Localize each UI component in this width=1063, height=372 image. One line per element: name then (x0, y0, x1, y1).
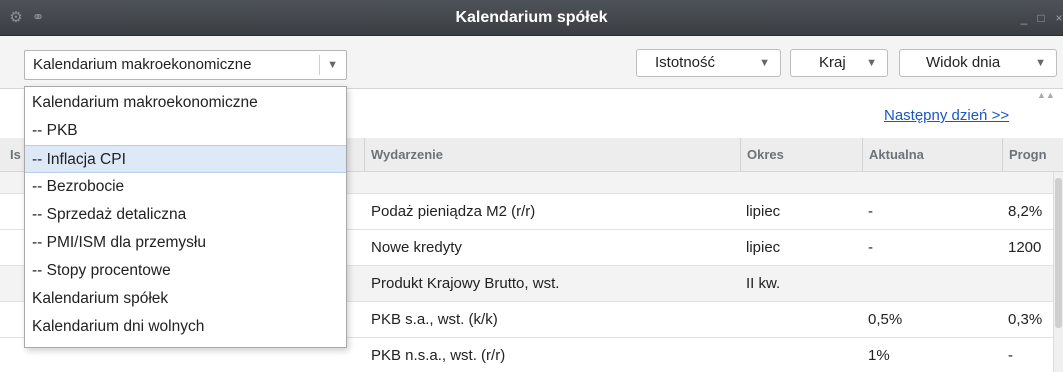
dropdown-option[interactable]: -- PMI/ISM dla przemysłu (25, 229, 346, 257)
window-titlebar: ⚙ ⚭ Kalendarium spółek _ □ × (0, 0, 1063, 36)
maximize-button[interactable]: □ (1033, 10, 1049, 26)
actual-cell: - (868, 239, 873, 256)
scroll-up-icon[interactable]: ▲▲ (1037, 90, 1055, 100)
select-divider (319, 55, 320, 75)
event-cell: Podaż pieniądza M2 (r/r) (371, 203, 536, 220)
period-cell: lipiec (746, 239, 781, 256)
period-cell: II kw. (746, 275, 781, 292)
column-header-forecast[interactable]: Progn (1002, 138, 1063, 172)
importance-filter-button[interactable]: Istotność ▼ (636, 49, 781, 77)
forecast-cell: 1200 (1008, 239, 1042, 256)
column-header-event[interactable]: Wydarzenie (364, 138, 740, 172)
dropdown-option[interactable]: -- Bezrobocie (25, 173, 346, 201)
dropdown-option[interactable]: -- Sprzedaż detaliczna (25, 201, 346, 229)
dropdown-option[interactable]: -- PKB (25, 117, 346, 145)
dropdown-option[interactable]: Kalendarium makroekonomiczne (25, 89, 346, 117)
event-cell: Produkt Krajowy Brutto, wst. (371, 275, 560, 292)
chevron-down-icon: ▼ (1035, 57, 1046, 69)
next-day-link[interactable]: Następny dzień >> (884, 107, 1009, 124)
forecast-cell: 0,3% (1008, 311, 1043, 328)
chevron-down-icon: ▼ (759, 57, 770, 69)
column-header-actual[interactable]: Aktualna (862, 138, 1002, 172)
scrollbar-thumb[interactable] (1055, 178, 1062, 328)
toolbar: Kalendarium makroekonomiczne ▼ Istotność… (0, 36, 1063, 89)
event-cell: PKB s.a., wst. (k/k) (371, 311, 498, 328)
importance-filter-label: Istotność (655, 54, 716, 71)
event-cell: Nowe kredyty (371, 239, 462, 256)
event-cell: PKB n.s.a., wst. (r/r) (371, 347, 506, 364)
actual-cell: - (868, 203, 873, 220)
country-filter-label: Kraj (819, 54, 846, 71)
window-title: Kalendarium spółek (455, 9, 608, 26)
vertical-scrollbar[interactable] (1053, 172, 1063, 372)
calendar-type-value: Kalendarium makroekonomiczne (33, 56, 252, 73)
forecast-cell: - (1008, 347, 1013, 364)
chevron-down-icon: ▼ (866, 57, 877, 69)
actual-cell: 1% (868, 347, 890, 364)
calendar-type-select[interactable]: Kalendarium makroekonomiczne ▼ (24, 50, 347, 80)
day-view-button[interactable]: Widok dnia ▼ (899, 49, 1057, 77)
period-cell: lipiec (746, 203, 781, 220)
chevron-down-icon: ▼ (327, 59, 338, 71)
forecast-cell: 8,2% (1008, 203, 1043, 220)
day-view-label: Widok dnia (926, 54, 1001, 71)
column-header-period[interactable]: Okres (740, 138, 862, 172)
country-filter-button[interactable]: Kraj ▼ (790, 49, 888, 77)
dropdown-option[interactable]: -- Stopy procentowe (25, 257, 346, 285)
dropdown-option-highlighted[interactable]: -- Inflacja CPI (25, 145, 346, 173)
dropdown-option[interactable]: Kalendarium spółek (25, 285, 346, 313)
calendar-type-dropdown: Kalendarium makroekonomiczne -- PKB -- I… (24, 86, 347, 348)
close-button[interactable]: × (1051, 10, 1063, 26)
dropdown-option[interactable]: Kalendarium dni wolnych (25, 313, 346, 341)
minimize-button[interactable]: _ (1016, 10, 1032, 26)
actual-cell: 0,5% (868, 311, 903, 328)
